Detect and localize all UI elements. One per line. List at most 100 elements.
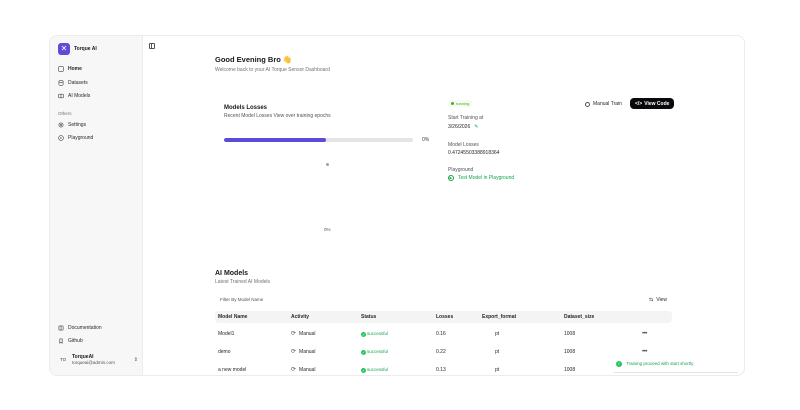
model-losses-label: Model Losses bbox=[448, 142, 479, 148]
book-icon bbox=[58, 325, 64, 331]
status-text: successful bbox=[367, 331, 389, 336]
database-icon bbox=[58, 80, 64, 86]
sidebar-item-label: Home bbox=[68, 66, 82, 72]
status-cell: ✓ successful bbox=[361, 361, 389, 375]
brand-name: Torque AI bbox=[74, 46, 97, 52]
sidebar-item-documentation[interactable]: Documentation bbox=[58, 325, 102, 331]
status-dot-icon bbox=[451, 102, 454, 105]
chart-axis-label: 0% bbox=[324, 227, 331, 232]
check-icon: ✓ bbox=[361, 349, 366, 355]
chevron-updown-icon: ⇕ bbox=[133, 356, 138, 363]
sidebar-item-settings[interactable]: Settings bbox=[58, 122, 86, 128]
view-options-button[interactable]: ⇆ View bbox=[649, 297, 667, 303]
play-circle-icon: ▶ bbox=[448, 175, 454, 181]
brand[interactable]: ✕ Torque AI bbox=[58, 43, 97, 55]
sidebar-item-ai-models[interactable]: AI Models bbox=[58, 93, 90, 99]
sidebar-item-datasets[interactable]: Datasets bbox=[58, 80, 88, 86]
losses-card-title: Models Losses bbox=[224, 105, 268, 111]
view-code-label: View Code bbox=[644, 100, 670, 107]
gear-icon bbox=[58, 122, 64, 128]
status-cell: ✓ successful bbox=[361, 325, 388, 343]
toast-notification[interactable]: ✓ Training proceed with start shortly bbox=[614, 355, 738, 373]
check-icon: ✓ bbox=[361, 331, 366, 337]
column-header[interactable]: Dataset_size bbox=[564, 311, 594, 323]
manual-train-label: Manual Train bbox=[593, 101, 622, 107]
circle-icon bbox=[585, 101, 590, 107]
torque-logo-icon: ✕ bbox=[58, 43, 70, 55]
avatar: TO bbox=[59, 356, 67, 362]
edit-icon[interactable]: ✎ bbox=[474, 124, 478, 130]
model-losses-value: 0.47245503388918364 bbox=[448, 150, 500, 156]
sidebar-item-github[interactable]: Github bbox=[58, 338, 83, 344]
sidebar-item-label: Documentation bbox=[68, 325, 102, 331]
column-header[interactable]: Status bbox=[361, 311, 376, 323]
page-title: Good Evening Bro 👋 bbox=[215, 55, 293, 64]
activity-text: Manual bbox=[299, 331, 316, 337]
column-header[interactable]: Model Name bbox=[218, 311, 247, 323]
refresh-icon: ⟳ bbox=[291, 331, 297, 337]
view-code-button[interactable]: </> View Code bbox=[630, 98, 675, 109]
training-progress-fill bbox=[224, 138, 327, 142]
activity-cell: ⟳ Manual bbox=[291, 361, 315, 375]
sidebar-item-label: Playground bbox=[68, 135, 94, 141]
refresh-icon: ⟳ bbox=[291, 349, 297, 355]
app-window: ✕ Torque AI Home Datasets AI Models Othe… bbox=[49, 35, 745, 376]
home-icon bbox=[58, 66, 64, 72]
sidebar-item-home[interactable]: Home bbox=[58, 66, 82, 72]
check-icon: ✓ bbox=[361, 367, 366, 373]
others-section-label: Others bbox=[58, 111, 72, 116]
status-text: successful bbox=[367, 367, 389, 372]
page-subtitle: Welcome back to your AI Torque Sensor Da… bbox=[215, 67, 330, 73]
playground-link[interactable]: ▶ Test Model in Playground bbox=[448, 175, 514, 181]
format-cell: pt bbox=[495, 367, 500, 373]
losses-card-subtitle: Recent Model Losses View over training e… bbox=[224, 113, 331, 119]
table-row[interactable]: Model1 ⟳ Manual ✓ successful 0.16 pt 1008 … bbox=[215, 325, 672, 343]
manual-train-button[interactable]: Manual Train bbox=[582, 99, 625, 109]
column-header[interactable]: Losses bbox=[436, 311, 453, 323]
column-header[interactable]: Export_format bbox=[482, 311, 516, 323]
play-icon bbox=[58, 135, 64, 141]
model-name-cell: demo bbox=[218, 349, 231, 355]
model-name-cell: Model1 bbox=[218, 331, 235, 337]
user-menu[interactable]: TO TorqueAI torqueai@admin.com ⇕ bbox=[58, 354, 138, 365]
view-label: View bbox=[656, 297, 667, 303]
code-icon: </> bbox=[635, 100, 643, 107]
table-row[interactable]: a new model ⟳ Manual ✓ successful 0.13 pt … bbox=[215, 361, 672, 375]
column-header[interactable]: Activity bbox=[291, 311, 309, 323]
start-training-value: 3/26/2026 ✎ bbox=[448, 124, 478, 130]
size-cell: 1008 bbox=[564, 349, 576, 355]
sidebar-item-label: AI Models bbox=[68, 93, 91, 99]
status-badge: ✓ successful bbox=[361, 325, 388, 343]
refresh-icon: ⟳ bbox=[291, 367, 297, 373]
format-cell: pt bbox=[495, 331, 500, 337]
cube-icon bbox=[58, 93, 64, 99]
format-cell: pt bbox=[495, 349, 500, 355]
status-cell: ✓ successful bbox=[361, 343, 388, 361]
size-cell: 1008 bbox=[564, 331, 576, 337]
models-section-title: AI Models bbox=[215, 270, 249, 277]
losses-cell: 0.13 bbox=[436, 367, 446, 373]
check-circle-icon: ✓ bbox=[616, 360, 622, 367]
table-row[interactable]: demo ⟳ Manual ✓ successful 0.22 pt 1008 ••… bbox=[215, 343, 672, 361]
activity-cell: ⟳ Manual bbox=[291, 343, 315, 361]
start-training-date: 3/26/2026 bbox=[448, 124, 471, 130]
chart-point bbox=[326, 163, 329, 166]
sliders-icon: ⇆ bbox=[649, 297, 654, 303]
losses-cell: 0.22 bbox=[436, 349, 446, 355]
user-email: torqueai@admin.com bbox=[72, 360, 115, 365]
status-badge: ✓ successful bbox=[361, 343, 388, 361]
sidebar: ✕ Torque AI Home Datasets AI Models Othe… bbox=[50, 36, 143, 375]
sidebar-toggle-icon[interactable] bbox=[149, 43, 155, 49]
table-header: Model Name Activity Status Losses Export… bbox=[215, 311, 672, 323]
more-actions-icon[interactable]: ••• bbox=[642, 325, 647, 343]
playground-label: Playground bbox=[448, 167, 474, 173]
size-cell: 1008 bbox=[564, 367, 576, 373]
sidebar-item-label: Datasets bbox=[68, 80, 88, 86]
status-text: running bbox=[456, 101, 470, 106]
model-filter-input[interactable]: Filter By Model Name bbox=[220, 297, 263, 302]
sidebar-item-label: Github bbox=[68, 338, 83, 344]
activity-cell: ⟳ Manual bbox=[291, 325, 315, 343]
model-name-cell: a new model bbox=[218, 367, 247, 373]
sidebar-item-playground[interactable]: Playground bbox=[58, 135, 93, 141]
status-badge: ✓ successful bbox=[361, 361, 389, 375]
